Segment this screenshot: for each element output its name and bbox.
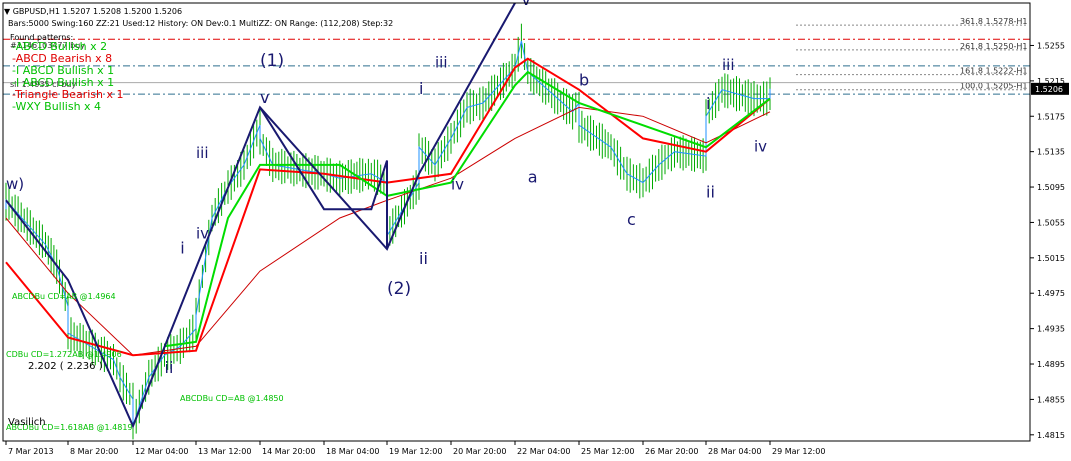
x-tick-label: 26 Mar 20:00 (645, 447, 698, 456)
y-tick-label: 1.5255 (1037, 41, 1065, 50)
y-tick-label: 1.4815 (1037, 431, 1065, 440)
x-tick-label: 12 Mar 04:00 (135, 447, 188, 456)
x-tick-label: 29 Mar 12:00 (772, 447, 825, 456)
wave-label: i (419, 79, 423, 98)
wave-label: (1) (260, 51, 284, 71)
abcd-annotation-1: ABCDBu CD=AB @1.4964 (12, 292, 116, 301)
x-tick-label: 18 Mar 04:00 (326, 447, 379, 456)
x-tick-label: 13 Mar 12:00 (198, 447, 251, 456)
wave-label: i (706, 94, 710, 113)
y-tick-label: 1.5095 (1037, 183, 1065, 192)
x-tick-label: 25 Mar 12:00 (581, 447, 634, 456)
wave-label: (2) (387, 279, 411, 299)
symbol-quote: GBPUSD,H1 1.5207 1.5208 1.5200 1.5206 (12, 7, 183, 16)
x-tick-label: 19 Mar 12:00 (389, 447, 442, 456)
chart-canvas: 361.8 1.5278-H1 261.8 1.5250-H1 161.8 1.52… (2, 0, 1069, 456)
wave-label: w) (6, 175, 24, 193)
x-tick-label: 20 Mar 20:00 (453, 447, 506, 456)
x-tick-label: 7 Mar 2013 (8, 447, 54, 456)
fib-level-label: 161.8 1.5222-H1 (960, 67, 1027, 76)
x-tick-label: 28 Mar 04:00 (708, 447, 761, 456)
y-tick-label: 1.4855 (1037, 395, 1065, 404)
y-tick-label: 1.5055 (1037, 218, 1065, 227)
wave-label: v (521, 0, 530, 9)
y-tick-label: 1.5175 (1037, 112, 1065, 121)
wave-label: iii (722, 56, 735, 74)
dropdown-icon[interactable]: ▼ (4, 7, 10, 16)
price-series (5, 2, 771, 440)
x-tick-label: 22 Mar 04:00 (517, 447, 570, 456)
wave-label: ii (419, 249, 428, 268)
wave-label: ii (706, 183, 715, 202)
x-tick-label: 14 Mar 20:00 (262, 447, 315, 456)
y-tick-label: 1.5015 (1037, 254, 1065, 263)
info-line: Bars:5000 Swing:160 ZZ:21 Used:12 Histor… (8, 19, 394, 28)
fib-level-label: 261.8 1.5250-H1 (960, 42, 1027, 51)
y-tick-label: 1.4895 (1037, 360, 1065, 369)
wave-label: b (579, 70, 589, 89)
last-price-label: 1.5206 (1035, 85, 1063, 94)
x-tick-label: 8 Mar 20:00 (70, 447, 118, 456)
fib-level-label: 361.8 1.5278-H1 (960, 17, 1027, 26)
ratio-annotation: 2.202 ( 2.236 ) (28, 361, 103, 372)
wave-label: ii (165, 358, 174, 377)
wave-label: c (627, 210, 636, 229)
chart-window: 361.8 1.5278-H1 261.8 1.5250-H1 161.8 1.52… (0, 0, 1071, 461)
y-tick-label: 1.4975 (1037, 289, 1065, 298)
wave-label: a (528, 168, 538, 187)
wave-label: iii (435, 54, 448, 72)
wave-label: v (260, 88, 269, 107)
vasilich-label: Vasilich (8, 417, 46, 428)
wave-label: iv (754, 138, 767, 156)
wave-label: iv (451, 176, 464, 194)
abcd-annotation-2: CDBu CD=1.272AB @1.4906 (6, 350, 122, 359)
wave-label: iv (196, 224, 209, 242)
y-tick-label: 1.5135 (1037, 148, 1065, 157)
y-tick-label: 1.4935 (1037, 325, 1065, 334)
axes: 1.52551.52151.51751.51351.50951.50551.50… (2, 2, 1069, 456)
plot-frame (2, 2, 1031, 442)
symbol-line: ▼ GBPUSD,H1 1.5207 1.5208 1.5200 1.5206 (4, 7, 182, 17)
wave-label: i (180, 238, 184, 257)
abcd-annotation-3: ABCDBu CD=AB @1.4850 (180, 394, 284, 403)
wave-label: iii (196, 144, 209, 162)
pattern-item: -WXY Bullish x 4 (12, 100, 102, 113)
